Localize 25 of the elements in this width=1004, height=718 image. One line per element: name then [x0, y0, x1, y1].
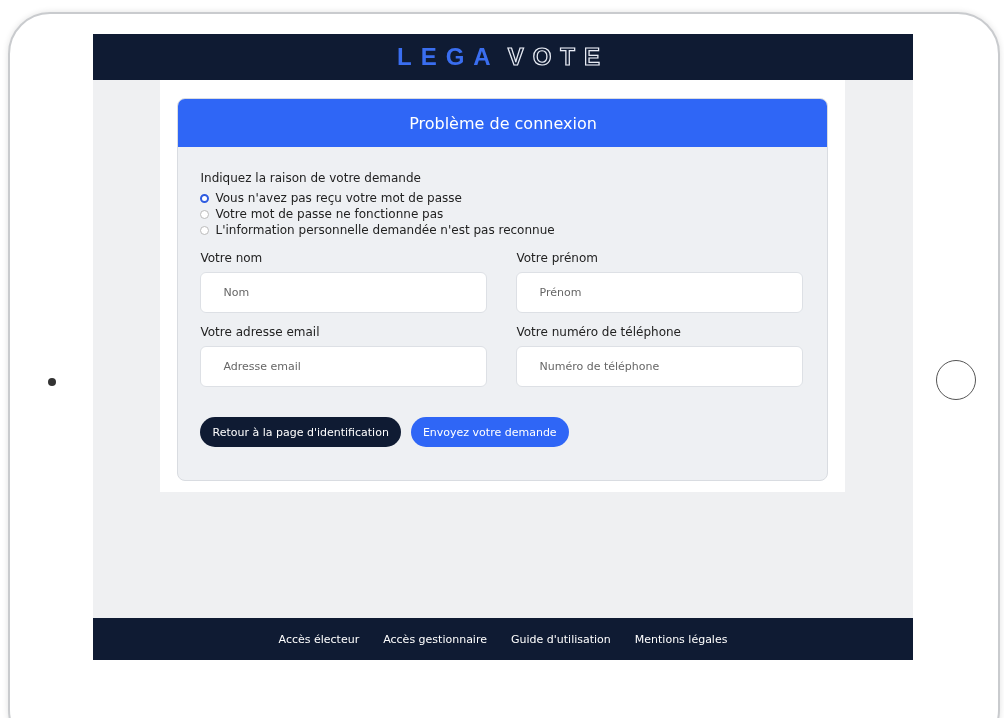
field-label: Votre prénom [516, 251, 599, 265]
input-field[interactable]: Prénom [516, 272, 804, 313]
footer-link[interactable]: Guide d'utilisation [511, 632, 611, 646]
camera-icon [48, 378, 57, 386]
radio-option[interactable]: Vous n'avez pas reçu votre mot de passe [200, 191, 806, 205]
submit-button[interactable]: Envoyez votre demande [410, 417, 569, 447]
radio-button[interactable] [200, 225, 210, 235]
radio-button[interactable] [200, 193, 210, 203]
back-button[interactable]: Retour à la page d'identification [200, 417, 401, 447]
question-label: Indiquez la raison de votre demande [200, 171, 422, 185]
field-label: Votre adresse email [200, 325, 321, 339]
logo-text: VOTE [507, 43, 609, 71]
footer-link[interactable]: Accès gestionnaire [383, 632, 487, 646]
field-label: Votre nom [200, 251, 264, 265]
footer-link[interactable]: Mentions légales [634, 632, 728, 646]
input-field[interactable]: Numéro de téléphone [516, 346, 804, 387]
footer-link[interactable]: Accès électeur [278, 632, 360, 646]
input-field[interactable]: Adresse email [200, 346, 488, 387]
logo-text: LEGA [397, 43, 500, 71]
radio-button[interactable] [200, 209, 210, 219]
radio-option[interactable]: L'information personnelle demandée n'est pas reconnue [200, 223, 806, 237]
radio-option[interactable]: Votre mot de passe ne fonctionne pas [200, 207, 806, 221]
input-field[interactable]: Nom [200, 272, 488, 313]
field-label: Votre numéro de téléphone [516, 325, 682, 339]
card-title: Problème de connexion [409, 113, 597, 133]
